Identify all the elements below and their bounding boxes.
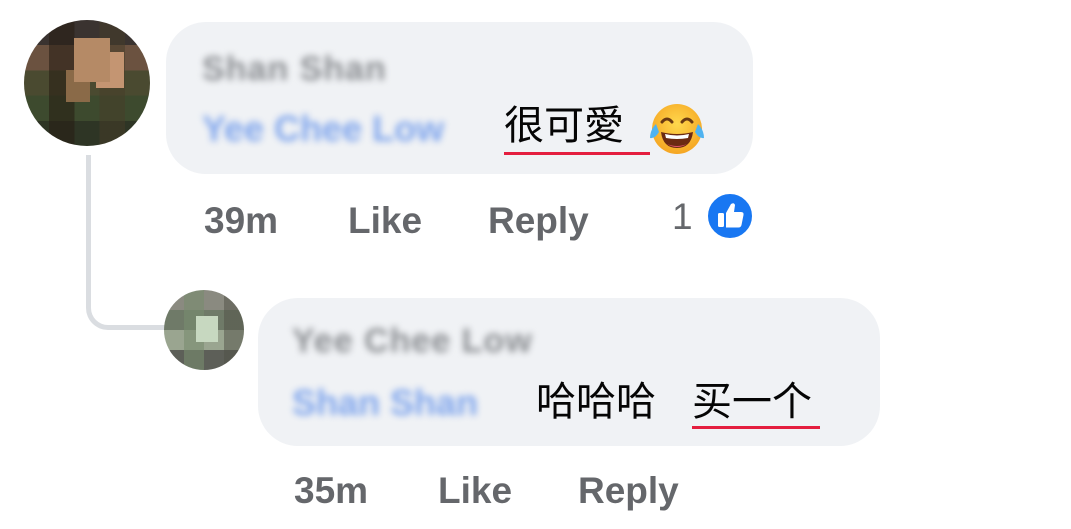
thread-connector-line (86, 155, 166, 330)
comment-author-name[interactable]: Yee Chee Low (292, 322, 533, 361)
comment-mention-link[interactable]: Shan Shan (292, 382, 478, 424)
spellcheck-underline (692, 426, 820, 429)
comment-timestamp[interactable]: 35m (294, 470, 368, 512)
avatar[interactable] (164, 290, 244, 370)
comment-text-laugh: 哈哈哈 (536, 379, 656, 425)
reply-button[interactable]: Reply (488, 200, 589, 242)
comment-mention-link[interactable]: Yee Chee Low (202, 108, 444, 150)
reaction-count[interactable]: 1 (672, 196, 693, 238)
comment-thread: Shan Shan Yee Chee Low 很可愛 39m Like Repl… (0, 0, 1071, 529)
like-button[interactable]: Like (438, 470, 512, 512)
comment-author-name[interactable]: Shan Shan (202, 50, 387, 89)
reply-button[interactable]: Reply (578, 470, 679, 512)
comment-text: 很可愛 (504, 103, 624, 149)
avatar[interactable] (24, 20, 150, 146)
like-reaction-icon[interactable] (706, 192, 754, 240)
tears-of-joy-emoji (650, 104, 704, 154)
comment-bubble: Yee Chee Low Shan Shan 哈哈哈 买一个 (258, 298, 880, 446)
spellcheck-underline (504, 152, 650, 155)
comment-text: 买一个 (692, 379, 812, 425)
comment-timestamp[interactable]: 39m (204, 200, 278, 242)
like-button[interactable]: Like (348, 200, 422, 242)
